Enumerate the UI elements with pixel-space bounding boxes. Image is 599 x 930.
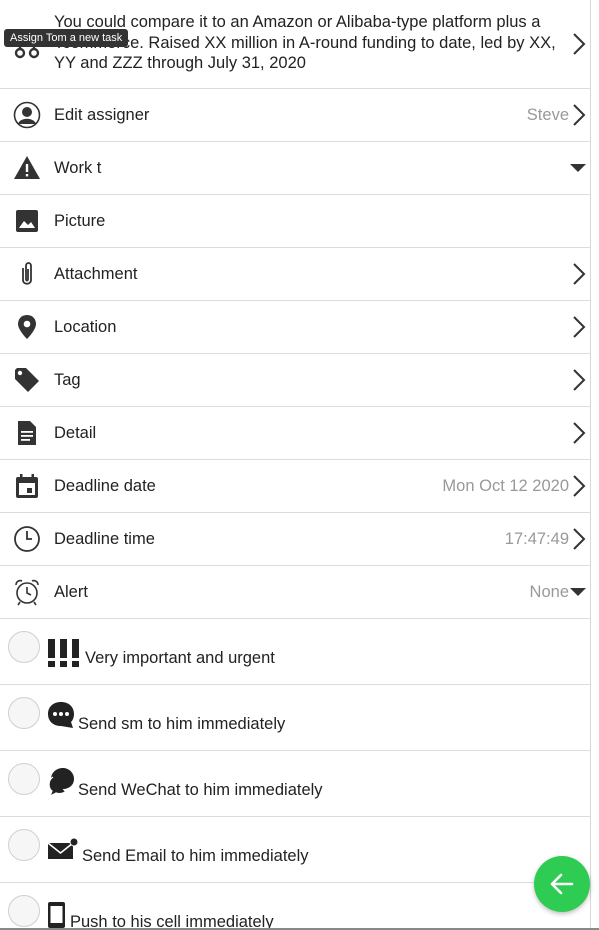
deadline-date-row[interactable]: Deadline date Mon Oct 12 2020 (0, 460, 590, 513)
back-fab-button[interactable] (534, 856, 590, 912)
deadline-date-label: Deadline date (54, 476, 156, 495)
option-label: Send WeChat to him immediately (78, 781, 323, 799)
option-radio[interactable] (8, 697, 40, 729)
deadline-time-value: 17:47:49 (504, 529, 569, 548)
chat-bubble-icon (47, 701, 75, 734)
chevron-right-icon (573, 528, 586, 550)
caret-down-icon (570, 588, 586, 596)
tag-icon (12, 365, 42, 395)
alert-value: None (529, 582, 569, 601)
email-icon (47, 837, 79, 866)
assigner-label: Edit assigner (54, 105, 150, 124)
deadline-time-row[interactable]: Deadline time 17:47:49 (0, 513, 590, 566)
picture-row[interactable]: Picture (0, 195, 590, 248)
chevron-right-icon (573, 369, 586, 391)
chevron-right-icon (573, 422, 586, 444)
option-label: Very important and urgent (85, 649, 275, 667)
attachment-row[interactable]: Attachment (0, 248, 590, 301)
warning-icon (12, 153, 42, 183)
chevron-right-icon (573, 104, 586, 126)
assigner-row[interactable]: Edit assigner Steve (0, 89, 590, 142)
detail-label: Detail (54, 423, 97, 442)
chevron-right-icon (573, 33, 586, 55)
document-icon (12, 418, 42, 448)
deadline-time-label: Deadline time (54, 529, 155, 548)
location-label: Location (54, 317, 117, 336)
tag-row[interactable]: Tag (0, 354, 590, 407)
deadline-date-value: Mon Oct 12 2020 (442, 476, 569, 495)
picture-label: Picture (54, 211, 106, 230)
calendar-icon (12, 471, 42, 501)
detail-row[interactable]: Detail (0, 407, 590, 460)
attachment-label: Attachment (54, 264, 138, 283)
work-type-row[interactable]: Work t (0, 142, 590, 195)
tooltip: Assign Tom a new task (4, 29, 129, 47)
person-icon (12, 100, 42, 130)
location-row[interactable]: Location (0, 301, 590, 354)
tag-label: Tag (54, 370, 81, 389)
alert-label: Alert (54, 582, 88, 601)
paperclip-icon (12, 259, 42, 289)
map-pin-icon (12, 312, 42, 342)
alarm-clock-icon (12, 577, 42, 607)
description-row[interactable]: You could compare it to an Amazon or Ali… (0, 0, 590, 89)
image-icon (12, 206, 42, 236)
task-description: You could compare it to an Amazon or Ali… (54, 13, 556, 72)
option-radio[interactable] (8, 829, 40, 861)
chevron-right-icon (573, 316, 586, 338)
task-form: You could compare it to an Amazon or Ali… (0, 0, 591, 930)
option-email[interactable]: Send Email to him immediately (0, 817, 590, 883)
arrow-left-icon (550, 873, 574, 895)
option-wechat[interactable]: Send WeChat to him immediately (0, 751, 590, 817)
chevron-right-icon (573, 263, 586, 285)
assigner-value: Steve (526, 105, 569, 124)
option-label: Send Email to him immediately (82, 847, 309, 865)
phone-icon (47, 901, 67, 930)
option-radio[interactable] (8, 763, 40, 795)
option-radio[interactable] (8, 631, 40, 663)
option-label: Send sm to him immediately (78, 715, 286, 733)
wechat-icon (47, 767, 75, 802)
alert-row[interactable]: Alert None (0, 566, 590, 619)
clock-icon (12, 524, 42, 554)
exclamation-icon (47, 639, 81, 672)
caret-down-icon (570, 164, 586, 172)
chevron-right-icon (573, 475, 586, 497)
option-sms[interactable]: Send sm to him immediately (0, 685, 590, 751)
option-urgent[interactable]: Very important and urgent (0, 619, 590, 685)
option-radio[interactable] (8, 895, 40, 927)
work-type-label: Work t (54, 158, 102, 177)
option-push[interactable]: Push to his cell immediately (0, 883, 590, 930)
